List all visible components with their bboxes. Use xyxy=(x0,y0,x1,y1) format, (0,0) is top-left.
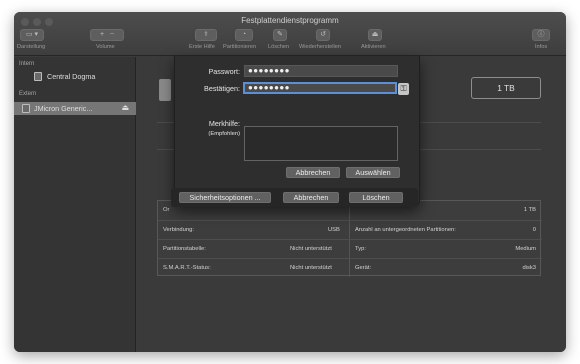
darstellung-label: Darstellung xyxy=(17,44,46,50)
window-title: Festplattendienstprogramm xyxy=(241,16,339,25)
internal-disk-icon xyxy=(34,72,42,81)
capacity-badge: 1 TB xyxy=(471,77,541,99)
confirm-password-field[interactable]: ●●●●●●●● xyxy=(243,82,397,94)
partition-label: Partitionieren xyxy=(223,44,256,50)
erase-icon: ✎ xyxy=(277,31,283,38)
sidebar-view-icon: ▭ ▾ xyxy=(25,31,39,38)
password-assistant-key-icon[interactable]: ⚿ xyxy=(398,83,409,95)
confirm-label: Bestätigen: xyxy=(204,84,240,93)
partition-button[interactable]: ◔ xyxy=(235,29,253,41)
password-field[interactable]: ●●●●●●●● xyxy=(244,65,398,77)
sidebar-item-label: JMicron Generic... xyxy=(34,104,93,113)
erase-confirm-button[interactable]: Löschen xyxy=(349,192,403,203)
restore-icon: ↺ xyxy=(320,31,326,38)
hint-label: Merkhilfe: xyxy=(208,119,240,128)
info-button[interactable]: ⓘ xyxy=(532,29,550,41)
volume-label: Volume xyxy=(96,44,115,50)
erase-cancel-button[interactable]: Abbrechen xyxy=(283,192,339,203)
restore-label: Wiederherstellen xyxy=(299,44,341,50)
sidebar-item-central-dogma[interactable]: Central Dogma xyxy=(14,70,136,83)
add-volume-icon: + xyxy=(99,31,105,38)
table-row: S.M.A.R.T.-Status: Nicht unterstützt Ger… xyxy=(158,258,542,277)
sidebar-item-jmicron[interactable]: JMicron Generic... ⏏ xyxy=(14,102,136,115)
first-aid-label: Erste Hilfe xyxy=(189,44,215,50)
restore-button[interactable]: ↺ xyxy=(316,29,330,41)
sidebar: Intern Central Dogma Extern JMicron Gene… xyxy=(14,57,136,352)
sidebar-item-label: Central Dogma xyxy=(47,72,96,81)
mount-button[interactable]: ⏏ xyxy=(368,29,382,41)
password-dialog: Passwort: ●●●●●●●● Bestätigen: ●●●●●●●● … xyxy=(174,56,420,206)
info-label: Infos xyxy=(535,44,548,50)
remove-volume-icon: − xyxy=(109,31,115,38)
stethoscope-icon: ⚕ xyxy=(204,31,208,38)
table-row: Verbindung: USB Anzahl an untergeordnete… xyxy=(158,220,542,239)
table-row: Partitionstabelle: Nicht unterstützt Typ… xyxy=(158,239,542,258)
partition-icon: ◔ xyxy=(241,31,247,38)
sidebar-header-extern: Extern xyxy=(19,91,37,97)
toolbar: Festplattendienstprogramm ▭ ▾ Darstellun… xyxy=(14,12,566,56)
hint-recommended-label: (Empfohlen) xyxy=(208,131,240,137)
mount-label: Aktivieren xyxy=(361,44,386,50)
security-options-button[interactable]: Sicherheitsoptionen ... xyxy=(179,192,271,203)
disk-image-icon xyxy=(159,79,171,101)
volume-button[interactable]: + − xyxy=(90,29,124,41)
mount-icon: ⏏ xyxy=(371,31,379,38)
erase-label: Löschen xyxy=(268,44,290,50)
info-icon: ⓘ xyxy=(537,31,545,38)
first-aid-button[interactable]: ⚕ xyxy=(195,29,217,41)
hint-input[interactable] xyxy=(244,126,398,161)
erase-button[interactable]: ✎ xyxy=(273,29,287,41)
info-table: Or 1 TB Verbindung: USB Anzahl an unterg… xyxy=(157,200,542,277)
choose-button[interactable]: Auswählen xyxy=(346,167,400,178)
sidebar-header-intern: Intern xyxy=(19,61,35,67)
dialog-cancel-button[interactable]: Abbrechen xyxy=(286,167,340,178)
eject-icon[interactable]: ⏏ xyxy=(121,103,129,112)
external-disk-icon xyxy=(22,104,30,113)
darstellung-button[interactable]: ▭ ▾ xyxy=(20,29,44,41)
password-label: Passwort: xyxy=(208,67,240,76)
erase-sheet-button-bar: Sicherheitsoptionen ... Abbrechen Lösche… xyxy=(171,188,418,207)
disk-utility-window: Festplattendienstprogramm ▭ ▾ Darstellun… xyxy=(14,12,566,352)
